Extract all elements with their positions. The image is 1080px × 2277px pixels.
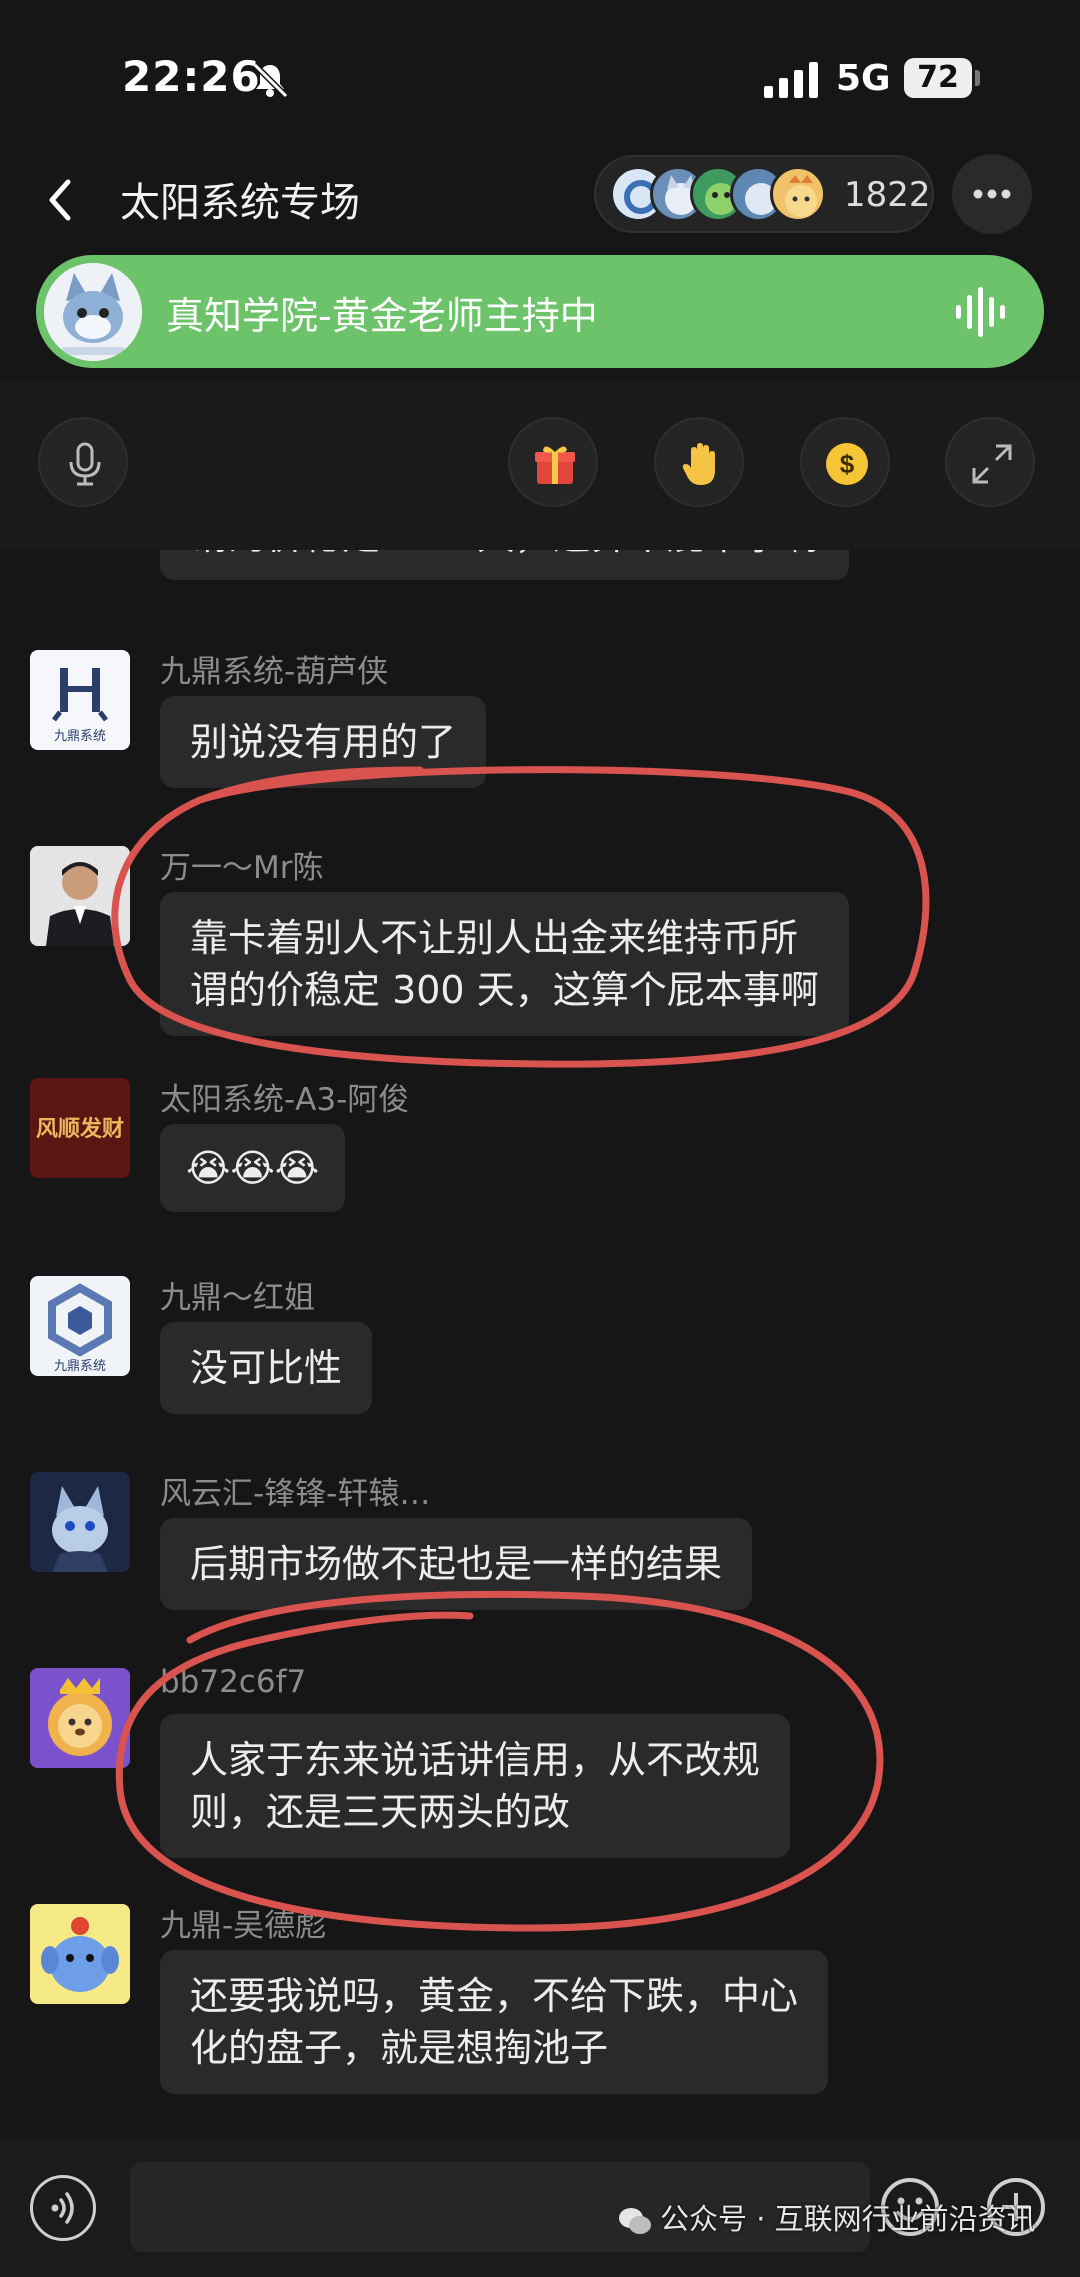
coin-icon: $ (826, 443, 868, 485)
status-bar: 22:26 5G 72 (0, 0, 1080, 150)
watermark: 公众号 · 互联网行业前沿资讯 (618, 2196, 1036, 2242)
host-avatar (44, 263, 142, 361)
sender-name: 太阳系统-A3-阿俊 (160, 1082, 410, 1118)
avatar[interactable] (30, 1904, 130, 2004)
sender-name: bb72c6f7 (160, 1664, 307, 1700)
raise-hand-icon (682, 443, 715, 485)
svg-text:$: $ (840, 449, 855, 479)
header: 太阳系统专场 1822 (0, 150, 1080, 250)
message-bubble[interactable]: 靠卡着别人不让别人出金来维持币所 谓的价稳定 300 天，这算个屁本事啊 (160, 892, 849, 1036)
avatar-label: 风顺发财 (36, 1116, 124, 1142)
members-pill[interactable]: 1822 (594, 155, 934, 233)
raise-hand-button[interactable] (654, 417, 744, 507)
message-bubble[interactable]: 别说没有用的了 (160, 696, 487, 788)
signal-icon (764, 62, 818, 98)
sender-name: 九鼎-吴德彪 (160, 1908, 327, 1944)
sender-name: 九鼎～红姐 (160, 1280, 315, 1316)
coin-button[interactable]: $ (800, 417, 890, 507)
host-banner[interactable]: 真知学院-黄金老师主持中 (36, 255, 1044, 368)
sender-name: 九鼎系统-葫芦侠 (160, 654, 389, 690)
more-icon (973, 189, 1011, 199)
mic-icon (69, 442, 101, 486)
message-bubble[interactable]: 还要我说吗，黄金，不给下跌，中心 化的盘子，就是想掏池子 (160, 1950, 829, 2094)
fullscreen-icon (972, 444, 1012, 484)
more-button[interactable] (952, 154, 1032, 234)
chevron-left-icon[interactable] (40, 170, 80, 230)
avatar[interactable]: 九鼎系统 (30, 650, 130, 750)
avatar-label: 九鼎系统 (54, 729, 106, 744)
network-type: 5G (836, 58, 891, 99)
avatar[interactable] (30, 1472, 130, 1572)
room-title: 太阳系统专场 (120, 180, 360, 226)
controls-bar: $ (0, 380, 1080, 550)
message-bubble[interactable]: 没可比性 (160, 1322, 373, 1414)
avatar[interactable]: 九鼎系统 (30, 1276, 130, 1376)
mic-button[interactable] (38, 417, 128, 507)
gift-icon (535, 446, 575, 484)
host-status-text: 真知学院-黄金老师主持中 (166, 294, 598, 338)
avatar[interactable] (30, 1668, 130, 1768)
wechat-icon (619, 2208, 651, 2234)
bell-muted-icon (252, 62, 289, 99)
message-bubble[interactable]: 后期市场做不起也是一样的结果 (160, 1518, 753, 1610)
gift-button[interactable] (508, 417, 598, 507)
sender-name: 风云汇-锋锋-轩辕… (160, 1476, 431, 1512)
battery-tip (975, 70, 980, 86)
avatar[interactable]: 风顺发财 (30, 1078, 130, 1178)
avatar[interactable] (30, 846, 130, 946)
message-bubble[interactable]: 人家于东来说话讲信用，从不改规 则，还是三天两头的改 (160, 1714, 791, 1858)
message-bubble: 谓的价稳定 300 天，这算个屁本事啊 (160, 550, 849, 580)
bottom-bar: 公众号 · 互联网行业前沿资讯 (0, 2140, 1080, 2277)
battery-indicator: 72 (904, 58, 972, 98)
chat-list[interactable]: 谓的价稳定 300 天，这算个屁本事啊 九鼎系统 九鼎系统-葫芦侠 别说没有用的… (0, 550, 1080, 2140)
fullscreen-button[interactable] (945, 417, 1035, 507)
avatar-label: 九鼎系统 (54, 1359, 106, 1374)
watermark-text: 公众号 · 互联网行业前沿资讯 (660, 2202, 1036, 2236)
message-bubble[interactable]: 😭😭😭 (160, 1124, 346, 1212)
member-avatar (770, 166, 826, 222)
voice-icon (51, 2192, 74, 2224)
audio-wave-icon (956, 287, 1005, 337)
sender-name: 万一～Mr陈 (160, 850, 324, 886)
status-time: 22:26 (122, 52, 261, 101)
member-count: 1822 (844, 175, 931, 215)
voice-input-button[interactable] (30, 2175, 96, 2241)
